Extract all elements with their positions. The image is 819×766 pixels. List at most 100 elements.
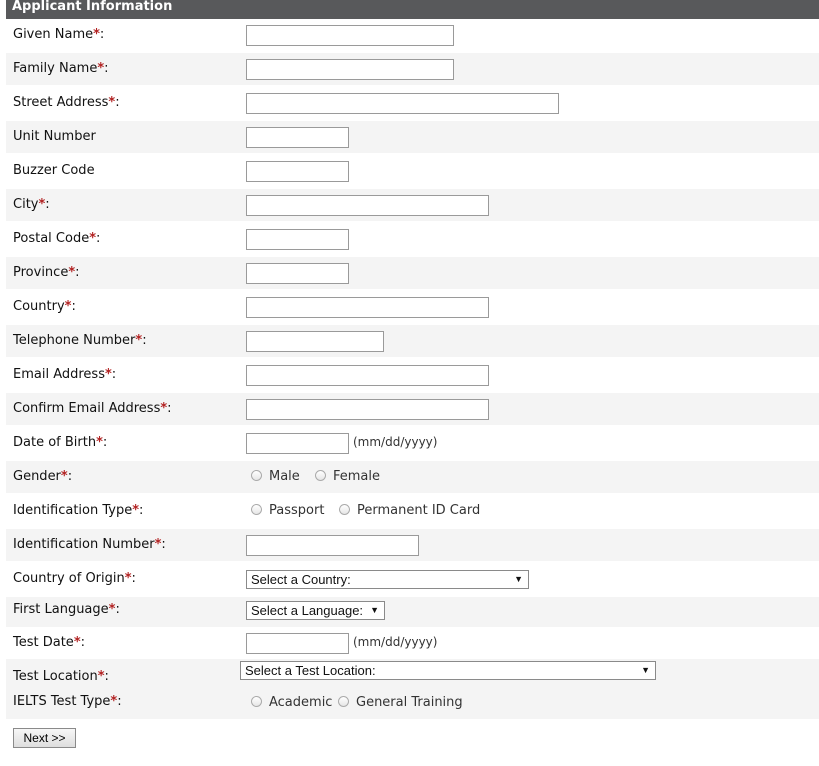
- confirm-email-input[interactable]: [246, 399, 489, 420]
- province-input[interactable]: [246, 263, 349, 284]
- ielts-academic-radio[interactable]: Academic: [251, 695, 332, 710]
- colon: :: [161, 537, 166, 552]
- colon: :: [80, 635, 86, 650]
- colon: :: [167, 401, 172, 416]
- select-value: Select a Language:: [251, 603, 364, 618]
- label-family-name: Family Name*:: [13, 61, 109, 76]
- label-buzzer-code: Buzzer Code: [13, 163, 95, 178]
- label-city: City*:: [13, 197, 50, 212]
- radio-icon[interactable]: [315, 470, 326, 481]
- radio-icon[interactable]: [251, 696, 262, 707]
- label-country: Country*:: [13, 299, 76, 314]
- radio-icon[interactable]: [339, 504, 350, 515]
- colon: :: [67, 469, 73, 484]
- first-language-select[interactable]: Select a Language: ▼: [246, 601, 385, 620]
- ielts-general-radio[interactable]: General Training: [338, 695, 463, 710]
- colon: :: [45, 197, 50, 212]
- test-date-input[interactable]: [246, 633, 349, 654]
- label-unit-number: Unit Number: [13, 129, 96, 144]
- dropdown-arrow-icon: ▼: [370, 605, 379, 615]
- required-marker: *: [73, 635, 81, 650]
- row-dob: Date of Birth*: (mm/dd/yyyy): [6, 427, 819, 460]
- colon: :: [104, 61, 109, 76]
- label-gender: Gender*:: [13, 469, 72, 484]
- label-country-origin: Country of Origin*:: [13, 571, 136, 586]
- given-name-input[interactable]: [246, 25, 454, 46]
- label-id-number: Identification Number*:: [13, 537, 166, 552]
- label-test-date: Test Date*:: [13, 635, 85, 650]
- label-test-location: Test Location*:: [13, 669, 109, 684]
- row-unit-number: Unit Number: [6, 121, 819, 154]
- required-marker: *: [89, 231, 97, 246]
- radio-label: Passport: [269, 503, 325, 518]
- email-input[interactable]: [246, 365, 489, 386]
- country-origin-select[interactable]: Select a Country: ▼: [246, 570, 529, 589]
- label-text: Unit Number: [13, 129, 96, 144]
- label-given-name: Given Name*:: [13, 27, 104, 42]
- dob-input[interactable]: [246, 433, 349, 454]
- radio-label: General Training: [356, 695, 463, 710]
- row-first-language: First Language*: Select a Language: ▼: [6, 597, 819, 630]
- label-text: Identification Number: [13, 537, 155, 552]
- label-text: Postal Code: [13, 231, 90, 246]
- row-family-name: Family Name*:: [6, 53, 819, 86]
- label-text: Telephone Number: [13, 333, 136, 348]
- country-input[interactable]: [246, 297, 489, 318]
- telephone-input[interactable]: [246, 331, 384, 352]
- gender-male-radio[interactable]: Male: [251, 469, 300, 484]
- label-province: Province*:: [13, 265, 80, 280]
- street-address-input[interactable]: [246, 93, 559, 114]
- row-confirm-email: Confirm Email Address*:: [6, 393, 819, 426]
- required-marker: *: [96, 435, 103, 450]
- family-name-input[interactable]: [246, 59, 454, 80]
- date-format-hint: (mm/dd/yyyy): [353, 435, 438, 449]
- section-header: Applicant Information: [6, 0, 819, 19]
- dropdown-arrow-icon: ▼: [641, 665, 650, 675]
- row-test-date: Test Date*: (mm/dd/yyyy): [6, 627, 819, 660]
- label-text: Gender: [13, 469, 61, 484]
- colon: :: [99, 27, 105, 42]
- id-passport-radio[interactable]: Passport: [251, 503, 324, 518]
- next-button[interactable]: Next >>: [13, 728, 76, 748]
- label-text: Confirm Email Address: [13, 401, 161, 416]
- label-text: Identification Type: [13, 503, 133, 518]
- row-id-type: Identification Type*: Passport Permanent…: [6, 495, 819, 528]
- label-email: Email Address*:: [13, 367, 116, 382]
- colon: :: [115, 95, 120, 110]
- unit-number-input[interactable]: [246, 127, 349, 148]
- label-ielts-type: IELTS Test Type*:: [13, 694, 122, 709]
- row-test-location: Test Location*: Select a Test Location: ▼: [6, 659, 819, 689]
- radio-icon[interactable]: [251, 504, 262, 515]
- gender-female-radio[interactable]: Female: [315, 469, 380, 484]
- label-text: Date of Birth: [13, 435, 97, 450]
- label-first-language: First Language*:: [13, 602, 120, 617]
- test-location-select[interactable]: Select a Test Location: ▼: [240, 661, 656, 680]
- label-text: Email Address: [13, 367, 105, 382]
- row-street-address: Street Address*:: [6, 87, 819, 120]
- buzzer-code-input[interactable]: [246, 161, 349, 182]
- date-format-hint: (mm/dd/yyyy): [353, 635, 438, 649]
- colon: :: [142, 333, 147, 348]
- label-text: Street Address: [13, 95, 109, 110]
- id-permanent-card-radio[interactable]: Permanent ID Card: [339, 503, 480, 518]
- row-buzzer-code: Buzzer Code: [6, 155, 819, 188]
- city-input[interactable]: [246, 195, 489, 216]
- colon: :: [71, 299, 76, 314]
- id-number-input[interactable]: [246, 535, 419, 556]
- label-text: Test Location: [13, 669, 98, 684]
- row-ielts-type: IELTS Test Type*: Academic General Train…: [6, 688, 819, 720]
- colon: :: [96, 231, 101, 246]
- postal-code-input[interactable]: [246, 229, 349, 250]
- row-id-number: Identification Number*:: [6, 529, 819, 562]
- radio-icon[interactable]: [251, 470, 262, 481]
- section-title: Applicant Information: [12, 0, 173, 14]
- colon: :: [117, 694, 122, 709]
- colon: :: [111, 367, 117, 382]
- row-gender: Gender*: Male Female: [6, 461, 819, 494]
- radio-icon[interactable]: [338, 696, 349, 707]
- row-province: Province*:: [6, 257, 819, 290]
- label-text: City: [13, 197, 39, 212]
- required-marker: *: [93, 27, 100, 42]
- required-marker: *: [124, 571, 132, 586]
- label-text: Country of Origin: [13, 571, 125, 586]
